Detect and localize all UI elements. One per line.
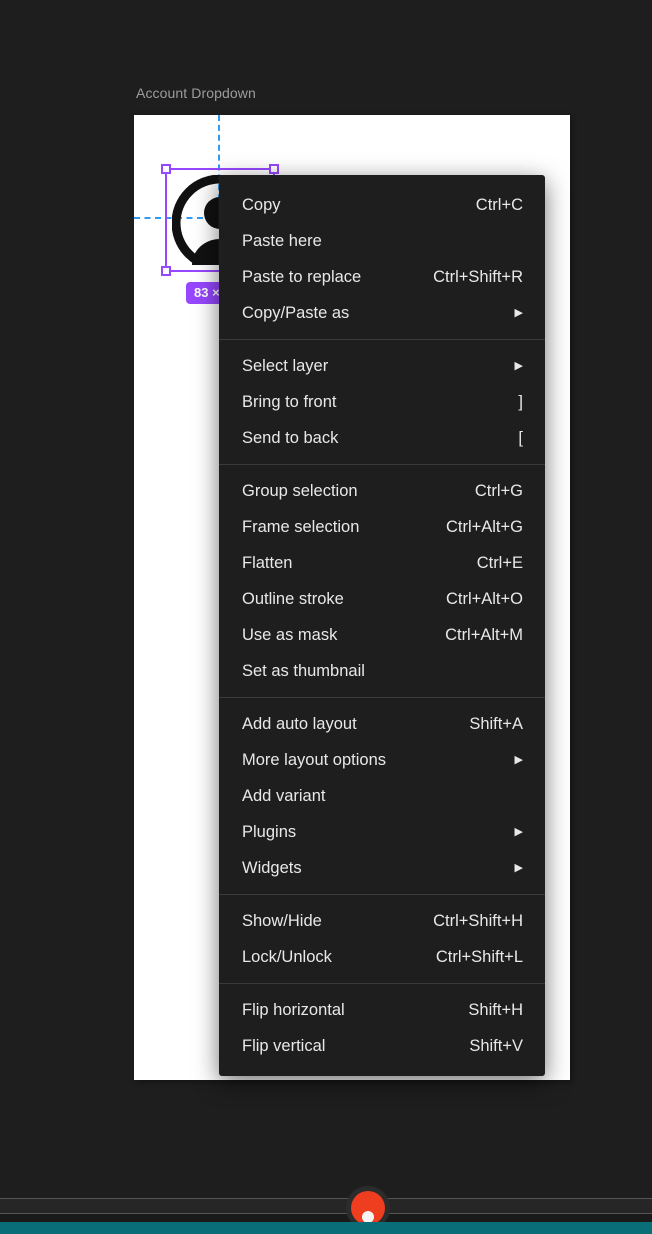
resize-handle-top-left[interactable] <box>161 164 171 174</box>
menu-item-shortcut: Ctrl+C <box>475 195 523 214</box>
menu-item-label: Copy/Paste as <box>242 303 350 322</box>
context-menu[interactable]: Copy Ctrl+C Paste here Paste to replace Ctrl… <box>219 175 545 1076</box>
menu-group: Add auto layout Shift+A More layout option… <box>219 702 545 890</box>
menu-item-shortcut: Ctrl+Alt+G <box>445 517 523 536</box>
menu-item-label: Add variant <box>242 786 326 805</box>
menu-item-shortcut: Shift+V <box>469 1036 523 1055</box>
bottom-chrome <box>0 1186 652 1234</box>
menu-separator <box>219 697 545 698</box>
menu-item-label: Select layer <box>242 356 329 375</box>
menu-item-shortcut: Shift+A <box>469 714 523 733</box>
menu-item[interactable]: Set as thumbnail <box>219 653 545 689</box>
menu-item-label: Lock/Unlock <box>242 947 332 966</box>
menu-group: Show/Hide Ctrl+Shift+H Lock/Unlock Ctrl+Shi… <box>219 899 545 979</box>
menu-group: Select layer ▶ Bring to front] Send to back… <box>219 344 545 460</box>
menu-item[interactable]: Paste here <box>219 223 545 259</box>
menu-item[interactable]: Copy/Paste as ▶ <box>219 295 545 331</box>
taskbar-accent-bar <box>0 1222 652 1234</box>
menu-item[interactable]: Use as mask Ctrl+Alt+M <box>219 617 545 653</box>
menu-item-shortcut: Shift+H <box>468 1000 523 1019</box>
menu-item-label: Group selection <box>242 481 358 500</box>
menu-item-label: Paste here <box>242 231 322 250</box>
menu-item-label: More layout options <box>242 750 386 769</box>
chevron-right-icon: ▶ <box>514 306 523 319</box>
menu-item[interactable]: Add auto layout Shift+A <box>219 706 545 742</box>
menu-item-label: Paste to replace <box>242 267 362 286</box>
menu-item[interactable]: Flip horizontal Shift+H <box>219 992 545 1028</box>
menu-item[interactable]: Show/Hide Ctrl+Shift+H <box>219 903 545 939</box>
menu-item-shortcut: Ctrl+G <box>474 481 523 500</box>
menu-item[interactable]: Group selection Ctrl+G <box>219 473 545 509</box>
menu-item[interactable]: Paste to replace Ctrl+Shift+R <box>219 259 545 295</box>
menu-item-shortcut: Ctrl+Shift+R <box>433 267 523 286</box>
menu-item-shortcut: Ctrl+Alt+M <box>445 625 523 644</box>
menu-item-shortcut: Ctrl+Shift+L <box>435 947 523 966</box>
menu-item-label: Show/Hide <box>242 911 322 930</box>
menu-item[interactable]: More layout options ▶ <box>219 742 545 778</box>
menu-separator <box>219 983 545 984</box>
menu-item-label: Flatten <box>242 553 293 572</box>
menu-item-label: Frame selection <box>242 517 360 536</box>
menu-item-shortcut: Ctrl+Alt+O <box>445 589 523 608</box>
menu-item[interactable]: Send to back [ <box>219 420 545 456</box>
menu-item-label: Outline stroke <box>242 589 344 608</box>
chevron-right-icon: ▶ <box>514 825 523 838</box>
chevron-right-icon: ▶ <box>514 861 523 874</box>
figma-canvas-screen: Account Dropdown 83 × Copy Ctrl+C Paste he… <box>0 0 652 1234</box>
menu-separator <box>219 339 545 340</box>
menu-separator <box>219 464 545 465</box>
menu-group: Group selection Ctrl+G Frame selection Ctrl… <box>219 469 545 693</box>
menu-item-label: Widgets <box>242 858 302 877</box>
menu-group: Copy Ctrl+C Paste here Paste to replace Ctrl… <box>219 183 545 335</box>
menu-item-label: Bring to front <box>242 392 337 411</box>
chrome-strip-lower <box>0 1214 652 1222</box>
menu-item-shortcut: ] <box>518 392 523 411</box>
resize-handle-bottom-left[interactable] <box>161 266 171 276</box>
menu-separator <box>219 894 545 895</box>
menu-item-label: Set as thumbnail <box>242 661 365 680</box>
menu-item-label: Copy <box>242 195 281 214</box>
menu-item[interactable]: Lock/Unlock Ctrl+Shift+L <box>219 939 545 975</box>
menu-item-label: Flip horizontal <box>242 1000 345 1019</box>
menu-item[interactable]: Frame selection Ctrl+Alt+G <box>219 509 545 545</box>
menu-item[interactable]: Widgets ▶ <box>219 850 545 886</box>
menu-item-label: Use as mask <box>242 625 338 644</box>
menu-item[interactable]: Flip vertical Shift+V <box>219 1028 545 1064</box>
menu-item-shortcut: Ctrl+Shift+H <box>433 911 523 930</box>
menu-item[interactable]: Outline stroke Ctrl+Alt+O <box>219 581 545 617</box>
resize-handle-top-right[interactable] <box>269 164 279 174</box>
menu-item[interactable]: Select layer ▶ <box>219 348 545 384</box>
chevron-right-icon: ▶ <box>514 753 523 766</box>
menu-item[interactable]: Add variant <box>219 778 545 814</box>
menu-item[interactable]: Copy Ctrl+C <box>219 187 545 223</box>
menu-item-shortcut: [ <box>518 428 523 447</box>
chevron-right-icon: ▶ <box>514 359 523 372</box>
menu-item[interactable]: Plugins ▶ <box>219 814 545 850</box>
menu-item-shortcut: Ctrl+E <box>476 553 523 572</box>
menu-item[interactable]: Flatten Ctrl+E <box>219 545 545 581</box>
menu-item-label: Send to back <box>242 428 339 447</box>
menu-item-label: Plugins <box>242 822 297 841</box>
chrome-strip-upper <box>0 1199 652 1213</box>
menu-group: Flip horizontal Shift+H Flip vertical Shift… <box>219 988 545 1068</box>
menu-item-label: Add auto layout <box>242 714 357 733</box>
menu-item-label: Flip vertical <box>242 1036 326 1055</box>
frame-name-label[interactable]: Account Dropdown <box>136 85 256 101</box>
menu-item[interactable]: Bring to front] <box>219 384 545 420</box>
